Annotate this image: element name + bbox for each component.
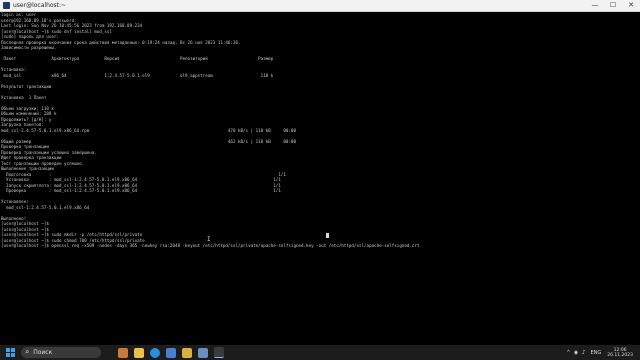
start-button[interactable]: [6, 348, 15, 357]
text-cursor: [326, 233, 329, 238]
system-tray: ⌃ ◉ ♪ ENG 12:06 26.11.2023: [565, 348, 640, 358]
edge-icon[interactable]: [150, 347, 160, 358]
folder-icon[interactable]: [134, 347, 144, 358]
close-button[interactable]: ✕: [622, 0, 640, 11]
window-controls: — ☐ ✕: [586, 0, 640, 11]
volume-icon[interactable]: ♪: [582, 349, 586, 356]
window-title: user@localhost:~: [13, 2, 67, 9]
pinned-apps: [115, 347, 227, 358]
explorer-icon[interactable]: [182, 347, 192, 358]
maximize-button[interactable]: ☐: [604, 0, 622, 11]
mouse-pointer-icon: I: [207, 236, 211, 243]
search-label: Поиск: [33, 349, 53, 356]
character-icon[interactable]: [118, 347, 128, 358]
putty-icon: [3, 2, 10, 9]
store-icon[interactable]: [166, 347, 176, 358]
minimize-button[interactable]: —: [586, 0, 604, 11]
clock-date: 26.11.2023: [607, 352, 633, 358]
terminal-line: [user@localhost ~]$ openssl req -x509 -n…: [1, 243, 420, 248]
window-titlebar[interactable]: user@localhost:~ — ☐ ✕: [0, 0, 640, 12]
taskbar: ⌕ Поиск ⌃ ◉ ♪ ENG 12:06 26.11.2023: [0, 345, 640, 360]
search-icon: ⌕: [25, 348, 30, 356]
language-indicator[interactable]: ENG: [590, 350, 601, 356]
terminal-lines: login as: user user@192.168.89.18's passw…: [0, 12, 640, 249]
putty-icon[interactable]: [198, 347, 208, 358]
taskbar-search[interactable]: ⌕ Поиск: [21, 347, 101, 358]
network-icon[interactable]: ◉: [574, 349, 578, 356]
tray-chevron-icon[interactable]: ⌃: [567, 349, 571, 356]
clock[interactable]: 12:06 26.11.2023: [607, 348, 633, 358]
terminal-output[interactable]: login as: user user@192.168.89.18's passw…: [0, 12, 640, 344]
terminal-icon[interactable]: [214, 347, 224, 358]
